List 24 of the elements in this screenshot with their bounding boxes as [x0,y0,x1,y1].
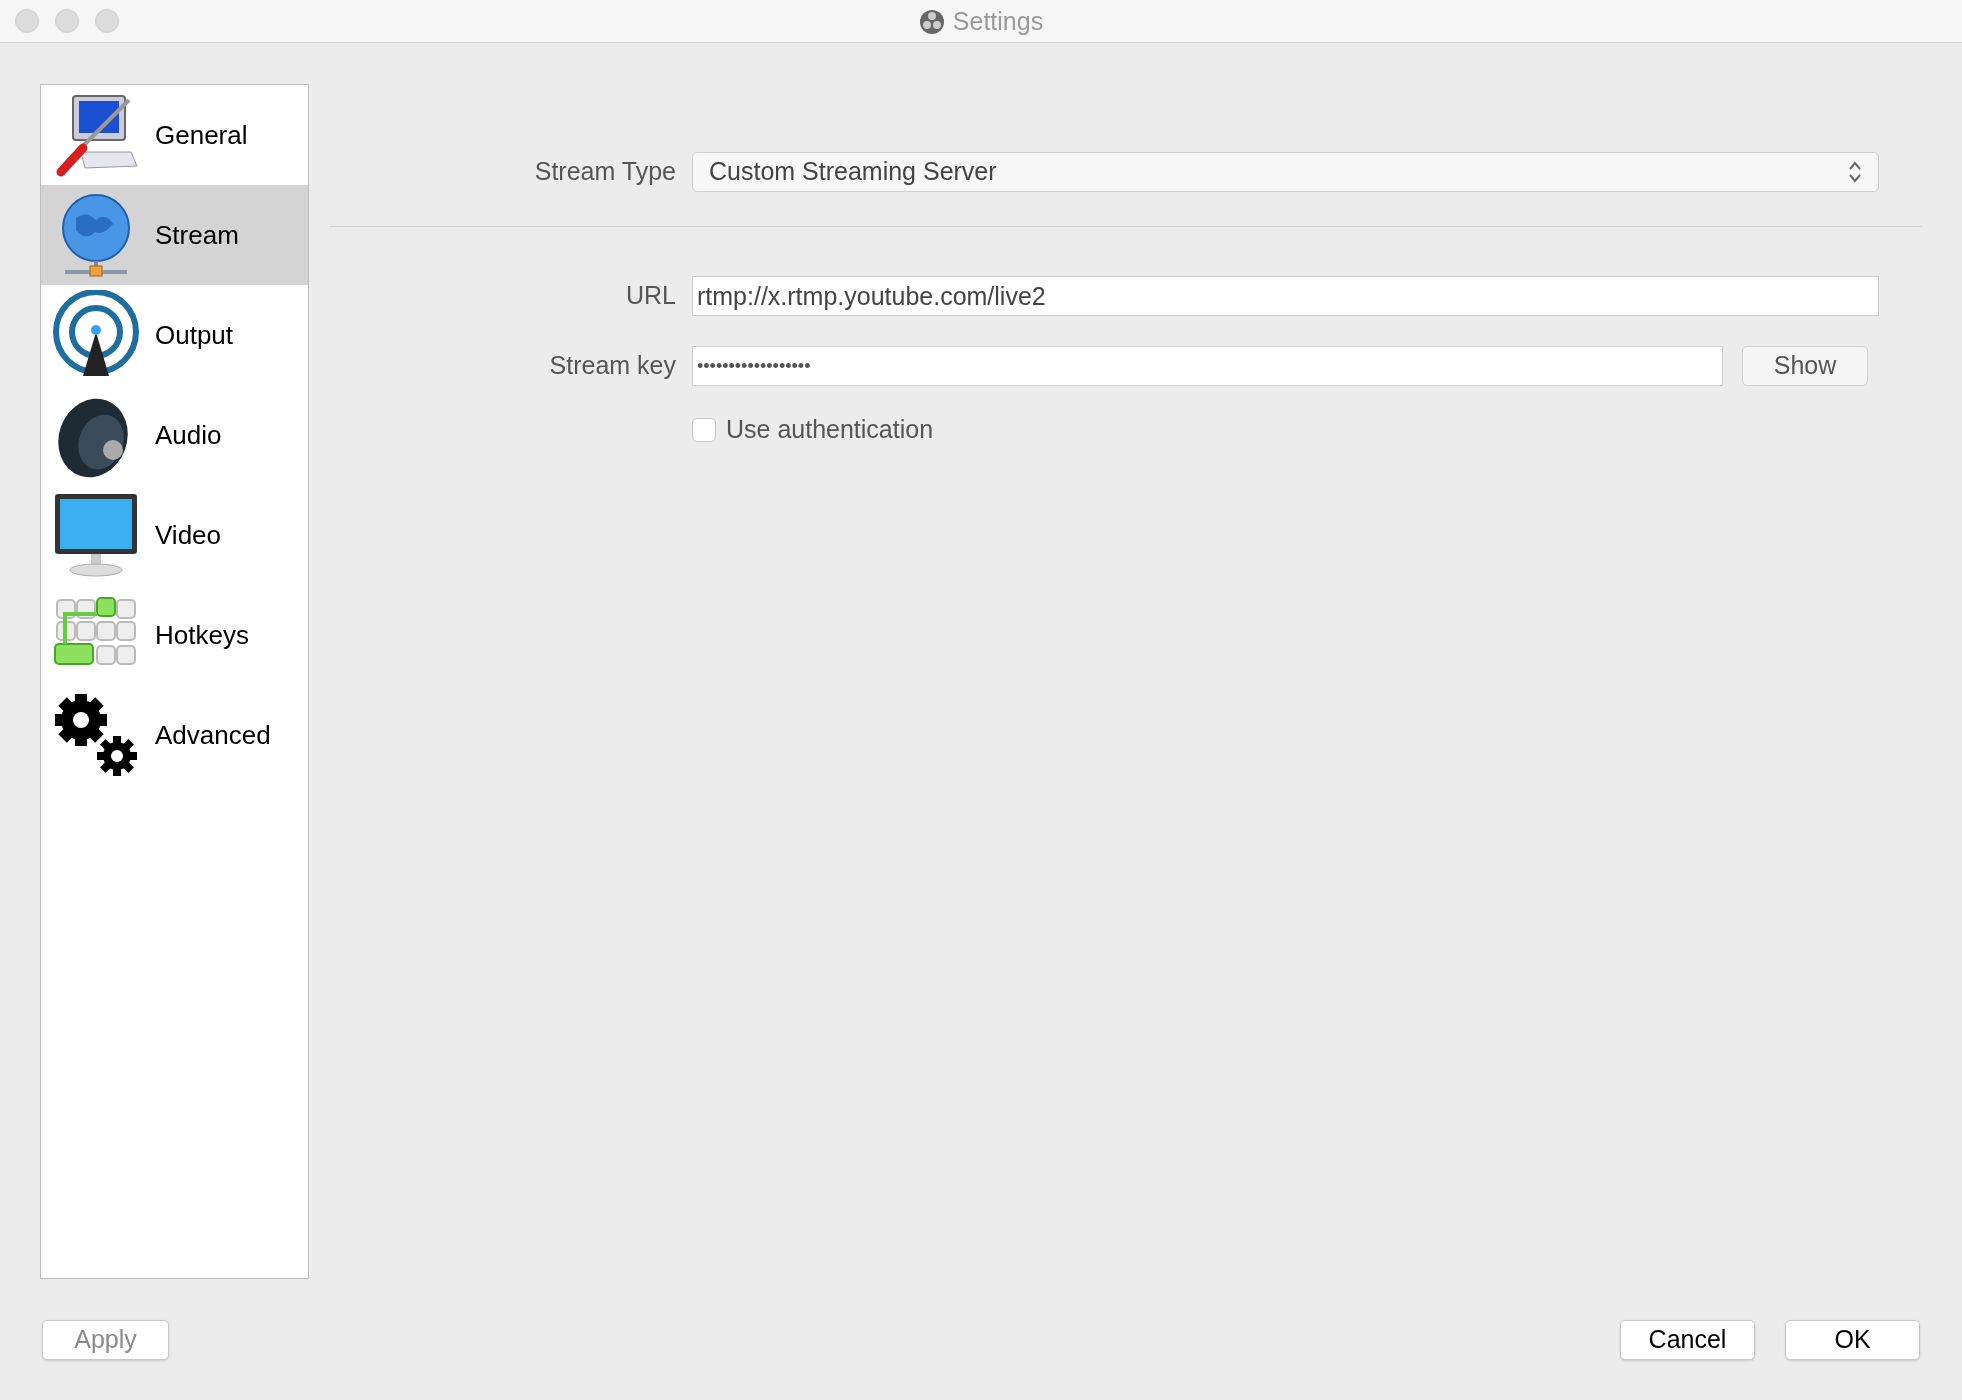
dialog-button[interactable]: Cancel [1620,1320,1755,1360]
sidebar-item[interactable]: General [41,85,308,185]
sidebar-item[interactable]: Output [41,285,308,385]
app-logo-icon [918,8,945,35]
checkbox-label: Use authentication [726,414,934,446]
sidebar-item[interactable]: Audio [41,385,308,485]
checkbox[interactable] [692,418,716,442]
sidebar-item[interactable]: Advanced [41,685,308,785]
field-label: Stream Type [533,156,677,188]
dialog-button[interactable]: OK [1785,1320,1920,1360]
chevron-updown-icon [1848,160,1862,184]
window-control-icon[interactable] [95,9,119,33]
sidebar-item[interactable]: Hotkeys [41,585,308,685]
stream-type-select[interactable]: Custom Streaming Server [692,152,1879,192]
sidebar-item[interactable]: Stream [41,185,308,285]
field-label: Stream key [548,350,677,382]
show-button[interactable]: Show [1742,346,1868,386]
url-field[interactable]: rtmp://x.rtmp.youtube.com/live2 [692,276,1879,316]
window-control-icon[interactable] [15,9,39,33]
stream-key-field[interactable]: •••••••••••••••••• [692,346,1723,386]
field-label: URL [625,280,677,312]
sidebar-item[interactable]: Video [41,485,308,585]
window-control-icon[interactable] [55,9,79,33]
window-title: Settings [952,5,1044,37]
